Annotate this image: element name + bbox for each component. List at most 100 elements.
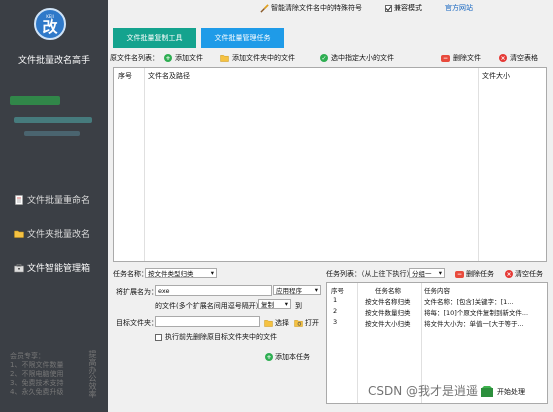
task-row[interactable]: 1 按文件名称归类 文件名称：[包含]关键字：[1... bbox=[327, 296, 547, 306]
task-row-name: 按文件名称归类 bbox=[365, 298, 411, 306]
clear-table-label: 清空表格 bbox=[510, 54, 538, 62]
app-title: 文件批量改名高手 bbox=[17, 56, 90, 66]
task-header-content: 任务内容 bbox=[424, 287, 450, 295]
delete-first-checkbox[interactable]: 执行前先删除原目标文件夹中的文件 bbox=[155, 332, 277, 342]
task-name-label: 任务名称： bbox=[113, 270, 148, 278]
action-select[interactable]: 复制 ▾ bbox=[258, 299, 291, 309]
checkbox-checked bbox=[385, 4, 392, 12]
start-label: 开始处理 bbox=[497, 388, 525, 396]
add-folder-files-label: 添加文件夹中的文件 bbox=[232, 54, 295, 62]
add-task-label: 添加本任务 bbox=[275, 353, 310, 361]
extension-label: 将扩展名为： bbox=[116, 288, 158, 296]
close-icon: × bbox=[499, 54, 507, 62]
extension-input[interactable]: exe bbox=[155, 285, 272, 296]
select-size-label: 选中指定大小的文件 bbox=[331, 54, 394, 62]
tab-batch-copy[interactable]: 文件批量复制工具 bbox=[113, 28, 196, 48]
tab-batch-manage[interactable]: 文件批量管理任务 bbox=[201, 28, 284, 48]
file-toolbar: 原文件名列表： + 添加文件 添加文件夹中的文件 ✓ 选中指定大小的文件 − 删… bbox=[110, 53, 550, 65]
delete-task-button[interactable]: − 删除任务 bbox=[455, 269, 494, 279]
choose-folder-button[interactable]: 选择 bbox=[264, 318, 289, 328]
delete-first-label: 执行前先删除原目标文件夹中的文件 bbox=[165, 333, 277, 341]
check-icon bbox=[385, 5, 392, 11]
nav-file-manager[interactable]: 文件智能管理箱 bbox=[14, 261, 90, 274]
chevron-down-icon: ▾ bbox=[210, 269, 214, 277]
toolbox-icon bbox=[14, 263, 24, 272]
task-row-no: 2 bbox=[333, 307, 338, 315]
column-header-path: 文件名及路径 bbox=[148, 72, 190, 80]
group-value: 分组一 bbox=[412, 270, 432, 278]
nav-label: 文件批量重命名 bbox=[27, 196, 91, 206]
to-label: 到 bbox=[295, 302, 302, 310]
column-header-no: 序号 bbox=[118, 72, 132, 80]
clear-table-button[interactable]: × 清空表格 bbox=[499, 53, 538, 63]
minus-icon: − bbox=[455, 270, 464, 278]
checkbox-unchecked bbox=[155, 333, 162, 341]
compat-mode-label: 兼容模式 bbox=[394, 4, 422, 12]
delete-task-label: 删除任务 bbox=[466, 270, 494, 278]
task-row-no: 3 bbox=[333, 318, 338, 326]
open-folder-button[interactable]: 打开 bbox=[294, 318, 319, 328]
column-divider bbox=[144, 68, 145, 261]
chevron-down-icon: ▾ bbox=[284, 300, 288, 308]
action-value: 复制 bbox=[261, 301, 274, 309]
file-type-select[interactable]: 应用程序 ▾ bbox=[273, 285, 321, 295]
nav-file-rename[interactable]: 文件批量重命名 bbox=[14, 193, 90, 206]
task-row-content: 将文件大小为：单值一[大于等于... bbox=[424, 320, 524, 328]
sidebar: KEJI 改 文件批量改名高手 文件批量重命名 文件夹批量改名 文件智能管理箱 … bbox=[0, 0, 108, 412]
folder-open-icon bbox=[264, 320, 273, 327]
member-benefits: 会员专享： 1、不限文件数量 2、不限电脑使用 3、免费技术支持 4、永久免费升… bbox=[10, 352, 63, 397]
task-row-name: 按文件数量归类 bbox=[365, 309, 411, 317]
task-row-name: 按文件大小归类 bbox=[365, 320, 411, 328]
column-divider bbox=[478, 68, 479, 261]
benefit-line: 4、永久免费升级 bbox=[10, 388, 64, 396]
task-row[interactable]: 3 按文件大小归类 将文件大小为：单值一[大于等于... bbox=[327, 318, 547, 328]
watermark: CSDN @我才是逍遥 bbox=[368, 384, 479, 398]
task-row-content: 将每：[10]个原文件复制到新文件... bbox=[424, 309, 529, 317]
delete-file-button[interactable]: − 删除文件 bbox=[441, 53, 481, 63]
app-window: KEJI 改 文件批量改名高手 文件批量重命名 文件夹批量改名 文件智能管理箱 … bbox=[0, 0, 553, 412]
blurred-text-2 bbox=[24, 131, 80, 136]
brush-icon bbox=[260, 3, 269, 13]
column-header-size: 文件大小 bbox=[482, 72, 510, 80]
start-process-button[interactable]: 开始处理 bbox=[480, 385, 525, 399]
close-icon: × bbox=[505, 270, 513, 278]
logo-char: 改 bbox=[42, 17, 58, 36]
start-icon bbox=[481, 386, 493, 397]
open-label: 打开 bbox=[305, 319, 319, 327]
clear-task-label: 清空任务 bbox=[515, 270, 543, 278]
benefit-line: 2、不限电脑使用 bbox=[10, 370, 64, 378]
folder-search-icon bbox=[294, 320, 303, 327]
special-chars-link[interactable]: 智能清除文件名中的特殊符号 bbox=[260, 3, 362, 13]
minus-icon: − bbox=[441, 54, 450, 62]
nav-label: 文件夹批量改名 bbox=[27, 230, 91, 240]
benefit-line: 会员专享： bbox=[10, 352, 45, 360]
task-header-no: 序号 bbox=[331, 287, 344, 295]
choose-label: 选择 bbox=[275, 319, 289, 327]
folder-icon bbox=[14, 230, 24, 238]
group-select[interactable]: 分组一 ▾ bbox=[409, 268, 445, 278]
task-header-name: 任务名称 bbox=[375, 287, 401, 295]
task-name-select[interactable]: 按文件类型归类 ▾ bbox=[145, 268, 217, 278]
add-file-button[interactable]: + 添加文件 bbox=[164, 53, 203, 63]
official-website-link[interactable]: 官方网站 bbox=[445, 3, 473, 13]
chevron-down-icon: ▾ bbox=[438, 269, 442, 277]
extension-value: exe bbox=[158, 286, 170, 295]
benefit-line: 3、免费技术支持 bbox=[10, 379, 64, 387]
nav-label: 文件智能管理箱 bbox=[27, 264, 91, 274]
chevron-down-icon: ▾ bbox=[314, 286, 318, 294]
folder-add-icon bbox=[220, 55, 229, 62]
compat-mode-checkbox[interactable]: 兼容模式 bbox=[385, 3, 422, 13]
slogan-vertical: 提高办公效率 bbox=[88, 350, 97, 398]
task-row[interactable]: 2 按文件数量归类 将每：[10]个原文件复制到新文件... bbox=[327, 307, 547, 317]
nav-folder-rename[interactable]: 文件夹批量改名 bbox=[14, 227, 90, 240]
add-file-label: 添加文件 bbox=[175, 54, 203, 62]
task-row-content: 文件名称：[包含]关键字：[1... bbox=[424, 298, 514, 306]
add-task-button[interactable]: + 添加本任务 bbox=[265, 352, 310, 362]
task-name-value: 按文件类型归类 bbox=[148, 270, 194, 278]
select-size-button[interactable]: ✓ 选中指定大小的文件 bbox=[320, 53, 394, 63]
document-icon bbox=[15, 194, 23, 205]
clear-task-button[interactable]: × 清空任务 bbox=[505, 269, 543, 279]
add-folder-files-button[interactable]: 添加文件夹中的文件 bbox=[220, 53, 295, 63]
file-grid[interactable]: 序号 文件名及路径 文件大小 bbox=[113, 67, 547, 262]
target-folder-input[interactable] bbox=[155, 316, 260, 327]
